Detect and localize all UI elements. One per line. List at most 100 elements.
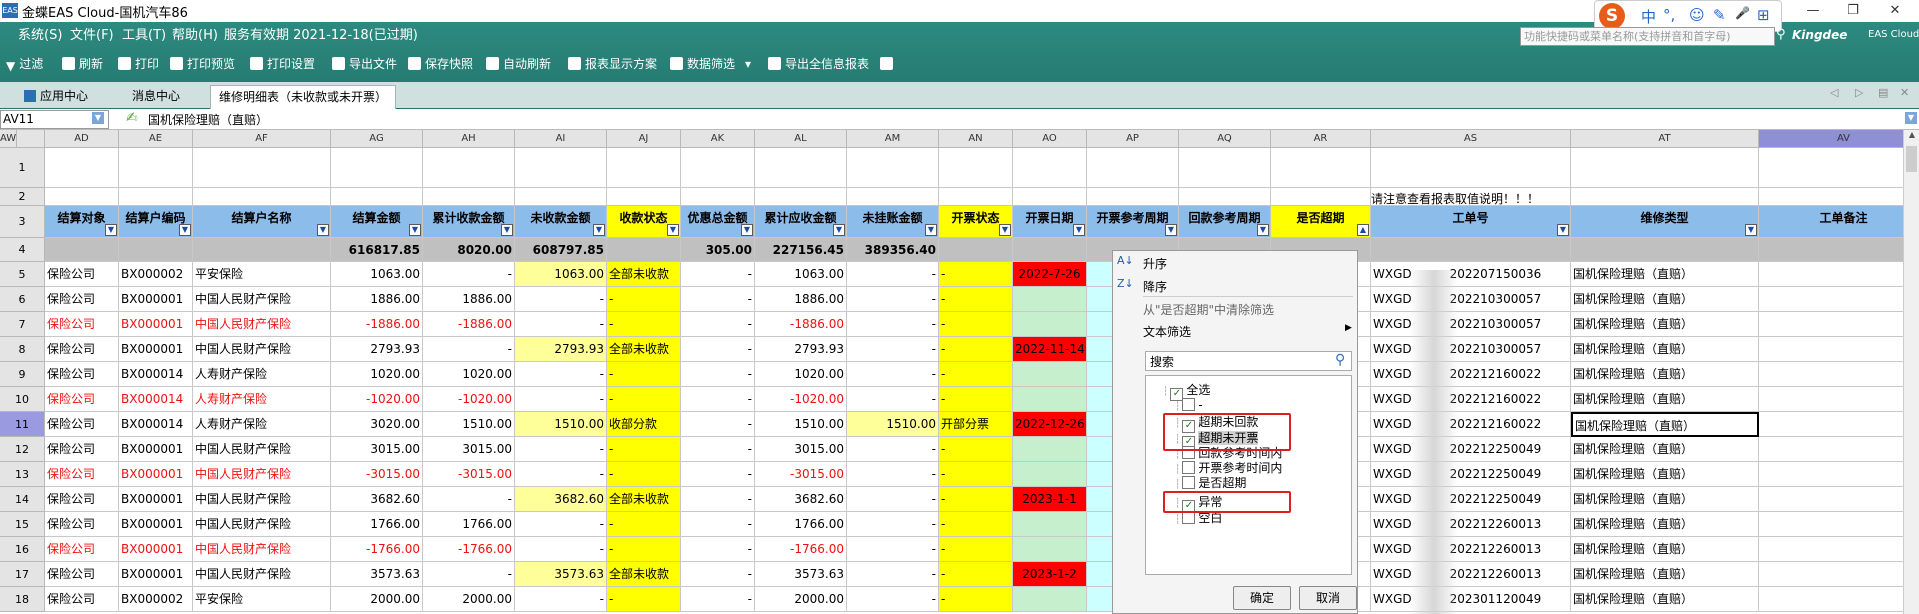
cell-ao[interactable]: 2023-1-1 — [1013, 487, 1087, 512]
cell-aw[interactable] — [1759, 412, 1919, 437]
filter-dropdown-icon[interactable]: ▼ — [1745, 224, 1757, 236]
cell-ah[interactable]: -3015.00 — [423, 462, 515, 487]
column-header-ap[interactable]: AP — [1087, 130, 1179, 148]
cell-av[interactable]: 国机保险理赔（直赔） — [1571, 412, 1759, 437]
grid-cell[interactable] — [607, 148, 681, 188]
cell-am[interactable]: - — [847, 262, 939, 287]
cell-ai[interactable]: - — [515, 312, 607, 337]
row-header[interactable]: 10 — [0, 387, 45, 412]
search-icon[interactable]: ⚲ — [1335, 352, 1345, 368]
column-header-aw[interactable]: AW — [0, 130, 18, 148]
cell-ao[interactable] — [1013, 437, 1087, 462]
filter-dropdown-icon[interactable]: ▼ — [1557, 224, 1569, 236]
cell-ae[interactable]: BX000001 — [119, 287, 193, 312]
cell-at[interactable]: WXGD 202212160022 — [1371, 412, 1571, 437]
sort-ascending-option[interactable]: 升序 — [1143, 255, 1167, 272]
tab-close-icon[interactable]: ✕ — [1900, 86, 1909, 99]
cell-ao[interactable] — [1013, 287, 1087, 312]
grid-cell[interactable] — [847, 188, 939, 206]
cell-ag[interactable]: 2793.93 — [331, 337, 423, 362]
filter-dropdown-icon[interactable]: ▼ — [999, 224, 1011, 236]
grid-cell[interactable] — [755, 188, 847, 206]
cell-ag[interactable]: 3015.00 — [331, 437, 423, 462]
cell-af[interactable]: 中国人民财产保险 — [193, 562, 331, 587]
grid-cell[interactable] — [45, 148, 119, 188]
text-filter-option[interactable]: 文本筛选 — [1143, 323, 1191, 340]
function-icon[interactable]: ✍ — [126, 110, 138, 126]
cell-ah[interactable]: -1020.00 — [423, 387, 515, 412]
cell-av[interactable]: 国机保险理赔（直赔） — [1571, 262, 1759, 287]
cell-ao[interactable] — [1013, 537, 1087, 562]
cell-ah[interactable]: -1766.00 — [423, 537, 515, 562]
cell-at[interactable]: WXGD 202212260013 — [1371, 512, 1571, 537]
cell-am[interactable]: - — [847, 387, 939, 412]
cell-ak[interactable]: - — [681, 412, 755, 437]
cell-aj[interactable]: - — [607, 537, 681, 562]
cell-at[interactable]: WXGD 202212260013 — [1371, 562, 1571, 587]
cell-am[interactable]: - — [847, 587, 939, 612]
menu-help[interactable]: 帮助(H) — [172, 24, 218, 43]
cell-ag[interactable]: 2000.00 — [331, 587, 423, 612]
cell-aw[interactable] — [1759, 312, 1919, 337]
tab-list-icon[interactable]: ▤ — [1878, 86, 1888, 99]
cell-ak[interactable]: - — [681, 487, 755, 512]
grid-cell[interactable] — [847, 148, 939, 188]
filter-dropdown-icon[interactable]: ▼ — [593, 224, 605, 236]
cell-aj[interactable]: 全部未收款 — [607, 487, 681, 512]
grid-cell[interactable] — [1013, 148, 1087, 188]
cell-ah[interactable]: 3015.00 — [423, 437, 515, 462]
grid-cell[interactable] — [1371, 148, 1571, 188]
cell-aj[interactable]: 收部分款 — [607, 412, 681, 437]
handwriting-icon[interactable]: ✎ — [1713, 6, 1726, 24]
cell-ao[interactable]: 2022-7-26 — [1013, 262, 1087, 287]
cell-af[interactable]: 人寿财产保险 — [193, 362, 331, 387]
cell-ad[interactable]: 保险公司 — [45, 587, 119, 612]
cell-ah[interactable]: 1766.00 — [423, 512, 515, 537]
cell-al[interactable]: 3573.63 — [755, 562, 847, 587]
cell-ai[interactable]: 3682.60 — [515, 487, 607, 512]
cell-aw[interactable] — [1759, 337, 1919, 362]
grid-cell[interactable] — [1271, 148, 1371, 188]
row-header[interactable]: 18 — [0, 587, 45, 612]
filter-dropdown-icon[interactable]: ▼ — [105, 224, 117, 236]
print-settings-button[interactable]: 打印设置 — [250, 54, 315, 74]
cell-aj[interactable]: - — [607, 387, 681, 412]
cell-an[interactable]: - — [939, 262, 1013, 287]
cell-at[interactable]: WXGD 202212260013 — [1371, 537, 1571, 562]
cell-am[interactable]: - — [847, 437, 939, 462]
cell-ag[interactable]: 1063.00 — [331, 262, 423, 287]
cell-af[interactable]: 平安保险 — [193, 262, 331, 287]
cell-am[interactable]: - — [847, 512, 939, 537]
filter-dropdown-icon[interactable]: ▼ — [317, 224, 329, 236]
cell-ak[interactable]: - — [681, 587, 755, 612]
tab-scroll-right-icon[interactable]: ▷ — [1855, 86, 1863, 99]
column-header-aj[interactable]: AJ — [607, 130, 681, 148]
cell-ai[interactable]: - — [515, 362, 607, 387]
checkbox-unchecked-icon[interactable] — [1182, 476, 1196, 489]
cell-ad[interactable]: 保险公司 — [45, 337, 119, 362]
cell-aw[interactable] — [1759, 587, 1919, 612]
menu-file[interactable]: 文件(F) — [70, 24, 114, 43]
grid-cell[interactable] — [1571, 148, 1759, 188]
cell-ah[interactable]: 2000.00 — [423, 587, 515, 612]
cell-ak[interactable]: - — [681, 512, 755, 537]
cell-al[interactable]: 1510.00 — [755, 412, 847, 437]
grid-cell[interactable] — [1087, 188, 1179, 206]
cell-af[interactable]: 中国人民财产保险 — [193, 462, 331, 487]
toolbox-icon[interactable]: ⊞ — [1757, 6, 1770, 24]
cell-af[interactable]: 中国人民财产保险 — [193, 487, 331, 512]
cell-ae[interactable]: BX000001 — [119, 487, 193, 512]
cell-af[interactable]: 中国人民财产保险 — [193, 512, 331, 537]
auto-refresh-button[interactable]: 自动刷新 — [486, 54, 551, 74]
cell-ah[interactable]: -1886.00 — [423, 312, 515, 337]
cell-ak[interactable]: - — [681, 537, 755, 562]
column-header-ad[interactable]: AD — [45, 130, 119, 148]
grid-cell[interactable] — [45, 188, 119, 206]
report-display-scheme-button[interactable]: 报表显示方案 — [568, 54, 657, 74]
cell-av[interactable]: 国机保险理赔（直赔） — [1571, 337, 1759, 362]
scroll-up-icon[interactable]: ▲ — [1904, 130, 1919, 139]
grid-cell[interactable] — [1271, 188, 1371, 206]
cell-ae[interactable]: BX000001 — [119, 512, 193, 537]
column-header-af[interactable]: AF — [193, 130, 331, 148]
cell-ae[interactable]: BX000002 — [119, 262, 193, 287]
